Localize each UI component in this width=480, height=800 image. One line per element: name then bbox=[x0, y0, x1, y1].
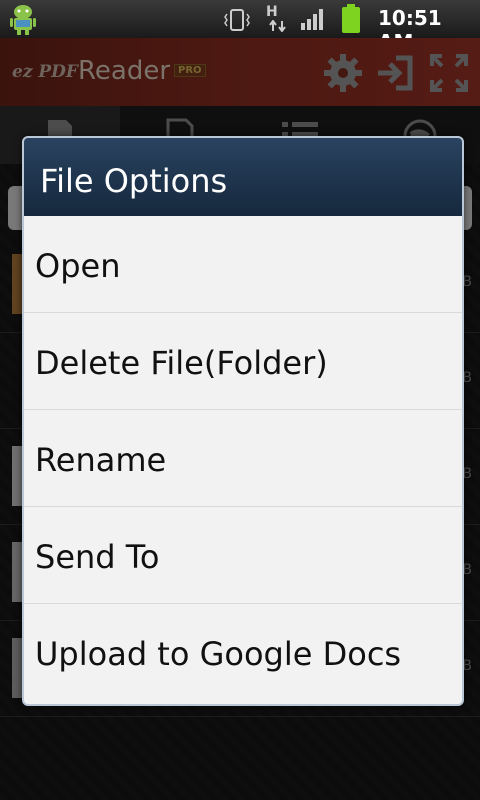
option-upload-to-google-docs[interactable]: Upload to Google Docs bbox=[24, 604, 462, 700]
battery-icon bbox=[342, 4, 360, 33]
network-type-label: H bbox=[266, 4, 278, 20]
option-open[interactable]: Open bbox=[24, 216, 462, 313]
option-send-to[interactable]: Send To bbox=[24, 507, 462, 604]
option-rename[interactable]: Rename bbox=[24, 410, 462, 507]
option-delete-file-folder[interactable]: Delete File(Folder) bbox=[24, 313, 462, 410]
file-options-dialog: File Options Open Delete File(Folder) Re… bbox=[22, 136, 464, 706]
signal-strength-icon bbox=[301, 9, 323, 30]
vibrate-icon bbox=[224, 9, 250, 31]
dialog-title: File Options bbox=[24, 138, 462, 216]
status-bar: H 10:51 AM bbox=[0, 0, 480, 54]
network-type-icon: H bbox=[264, 4, 290, 34]
android-icon bbox=[10, 5, 36, 35]
